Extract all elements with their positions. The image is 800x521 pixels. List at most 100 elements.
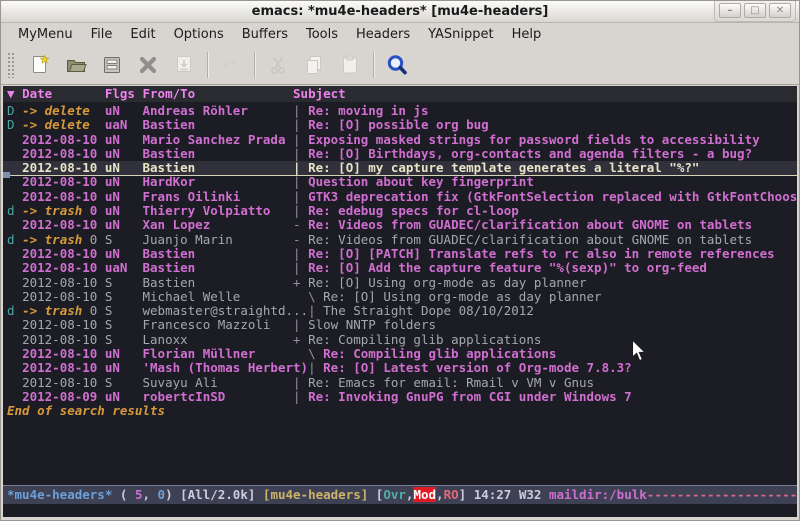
mode-line-segment: *mu4e-headers* [7,487,112,502]
from-cell: Bastien [143,117,294,132]
toolbar-separator [254,52,255,78]
message-row[interactable]: 2012-08-10 S Bastien + Re: [O] Using org… [7,276,797,290]
subject-cell: Re: Videos from GUADEC/clarification abo… [308,217,752,232]
mode-line-segment: Ovr [383,487,406,502]
thread-prefix: | [293,103,308,118]
mark-cell: D [7,117,22,132]
subject-cell: Exposing masked strings for password fie… [308,132,760,147]
close-button[interactable]: ✕ [769,3,791,18]
menu-options[interactable]: Options [165,25,233,44]
date-action-cell: -> delete [22,117,90,132]
from-cell: Michael Welle [143,289,294,304]
menu-yasnippet[interactable]: YASnippet [419,25,503,44]
sort-indicator: ▼ [7,86,22,101]
message-row[interactable]: 2012-08-10 uN Bastien | Re: [O] my captu… [3,161,797,175]
search-icon [385,53,409,77]
from-cell: Thierry Volpiatto [143,203,294,218]
menu-mymenu[interactable]: MyMenu [9,25,82,44]
thread-prefix: | [293,132,308,147]
undo-icon [219,53,243,77]
date-cell: 2012-08-10 [22,146,105,161]
subject-cell: Re: [O] Birthdays, org-contacts and agen… [308,146,752,161]
title-bar: emacs: *mu4e-headers* [mu4e-headers] –□✕ [1,1,799,23]
save-as-button [166,49,202,81]
menu-file[interactable]: File [82,25,122,44]
flags-cell: uN [105,346,143,361]
subject-cell: GTK3 deprecation fix (GtkFontSelection r… [308,189,797,204]
mark-cell: d [7,232,22,247]
message-row[interactable]: 2012-08-10 S Suvayu Ali | Re: Emacs for … [7,376,797,390]
mode-line-segment: [ [368,487,383,502]
paste-button [332,49,368,81]
message-row[interactable]: d -> trash 0 S Juanjo Marin - Re: Videos… [7,233,797,247]
menu-tools[interactable]: Tools [297,25,347,44]
column-from: From/To [143,86,294,101]
message-row[interactable]: D -> delete uaN Bastien | Re: [O] possib… [7,118,797,132]
flags-cell: S [105,303,143,318]
message-row[interactable]: 2012-08-10 uN Bastien | Re: [O] [PATCH] … [7,247,797,261]
mode-line-segment: , [142,487,157,502]
from-cell: Bastien [143,246,294,261]
flags-cell: uaN [105,260,143,275]
date-cell: 2012-08-10 [22,289,105,304]
date-cell: 2012-08-10 [22,246,105,261]
maximize-button[interactable]: □ [744,3,766,18]
message-row[interactable]: 2012-08-10 S Michael Welle \ Re: [O] Usi… [7,290,797,304]
headers-column-header[interactable]: ▼ Date Flgs From/To Subject [3,86,797,102]
flags-cell: uN [105,189,143,204]
paste-icon [338,53,362,77]
open-folder-button[interactable] [58,49,94,81]
date-cell: 2012-08-10 [22,275,105,290]
message-row[interactable]: d -> trash 0 S webmaster@straightd...| T… [7,304,797,318]
subject-cell: Re: [O] Latest version of Org-mode 7.8.3… [323,360,632,375]
date-cell: 0 [82,232,105,247]
message-row[interactable]: 2012-08-10 uN HardKor | Question about k… [7,175,797,189]
message-row[interactable]: 2012-08-10 uN Bastien | Re: [O] Birthday… [7,147,797,161]
toolbar [1,46,799,85]
from-cell: Lanoxx [143,332,294,347]
date-action-cell: -> trash [22,303,82,318]
message-row[interactable]: d -> trash 0 uN Thierry Volpiatto | Re: … [7,204,797,218]
menu-headers[interactable]: Headers [347,25,419,44]
mode-line-segment: RO [444,487,459,502]
menu-help[interactable]: Help [503,25,551,44]
close-buffer-button[interactable] [130,49,166,81]
thread-prefix: | [293,117,308,132]
cut-button [260,49,296,81]
toolbar-drag-handle[interactable] [7,52,16,78]
from-cell: Frans Oilinki [143,189,294,204]
date-cell: 2012-08-10 [22,189,105,204]
date-cell [90,117,105,132]
minimize-button[interactable]: – [719,3,741,18]
thread-prefix: | [308,303,323,318]
message-row[interactable]: D -> delete uN Andreas Röhler | Re: movi… [7,104,797,118]
message-row[interactable]: 2012-08-10 uN Mario Sanchez Prada | Expo… [7,133,797,147]
subject-cell: Re: [O] Using org-mode as day planner [308,275,586,290]
message-row[interactable]: 2012-08-09 uN robertcInSD | Re: Invoking… [7,390,797,404]
from-cell: Xan Lopez [143,217,294,232]
mark-cell [7,275,22,290]
message-row[interactable]: 2012-08-10 uN Xan Lopez - Re: Videos fro… [7,218,797,232]
save-button[interactable] [94,49,130,81]
date-cell: 0 [82,203,105,218]
search-button[interactable] [379,49,415,81]
message-row[interactable]: 2012-08-10 uaN Bastien | Re: [O] Add the… [7,261,797,275]
from-cell: 'Mash (Thomas Herbert) [143,360,309,375]
menu-buffers[interactable]: Buffers [233,25,297,44]
message-row[interactable]: 2012-08-10 S Francesco Mazzoli | Slow NN… [7,318,797,332]
message-row[interactable]: 2012-08-10 uN 'Mash (Thomas Herbert)| Re… [7,361,797,375]
new-file-button[interactable] [22,49,58,81]
window-title: emacs: *mu4e-headers* [mu4e-headers] [1,1,799,23]
flags-cell: S [105,375,143,390]
menu-edit[interactable]: Edit [121,25,164,44]
message-row[interactable]: 2012-08-10 uN Frans Oilinki | GTK3 depre… [7,190,797,204]
subject-cell: Re: [O] Using org-mode as day planner [323,289,601,304]
echo-area[interactable] [3,504,797,517]
subject-cell: Re: Invoking GnuPG from CGI under Window… [308,389,632,404]
subject-cell: Re: Compiling glib applications [308,332,541,347]
date-cell [90,103,105,118]
message-row[interactable]: 2012-08-10 S Lanoxx + Re: Compiling glib… [7,333,797,347]
mode-line-segment: [All/2.0k] [180,487,263,502]
date-cell: 2012-08-10 [22,132,105,147]
message-row[interactable]: 2012-08-10 uN Florian Müllner \ Re: Comp… [7,347,797,361]
